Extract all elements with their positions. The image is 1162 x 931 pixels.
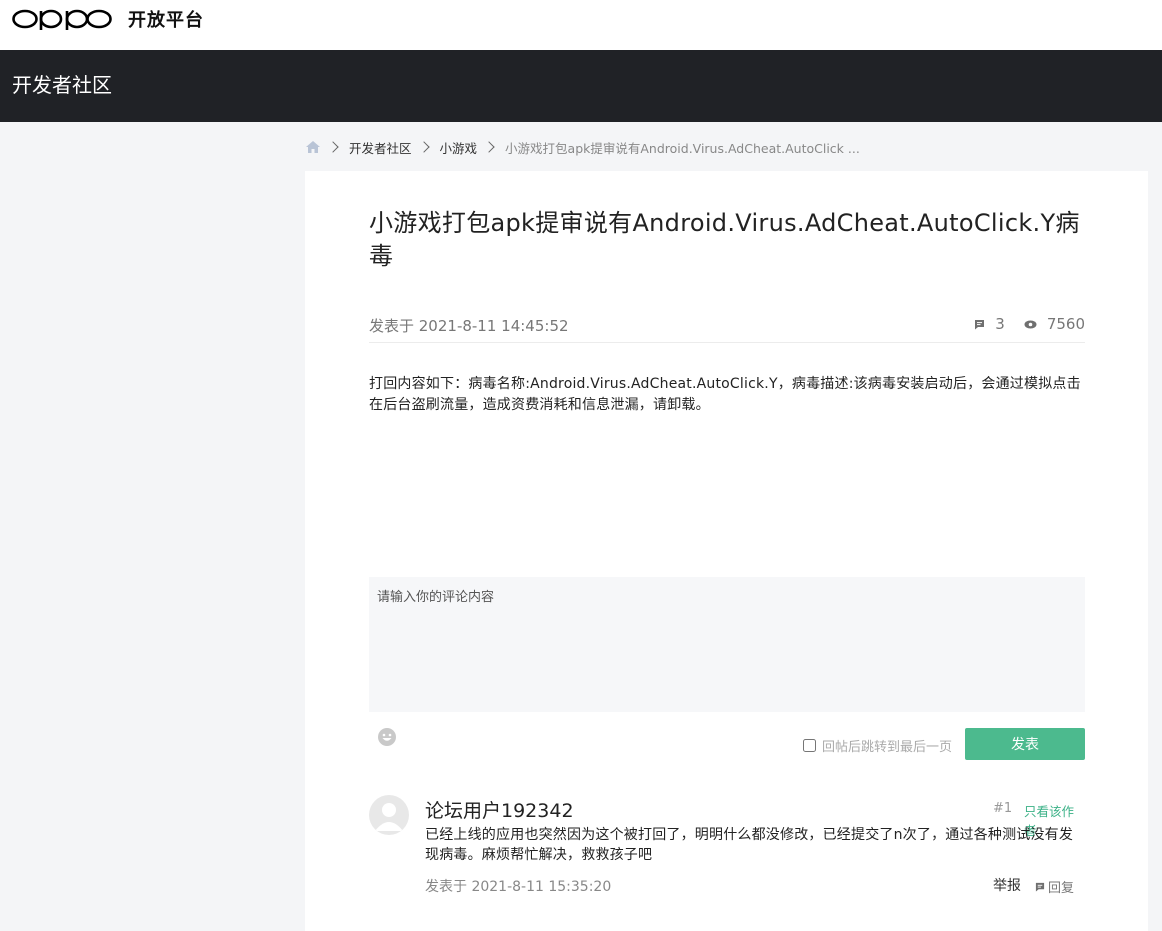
reply-icon xyxy=(1035,882,1045,892)
emoji-icon[interactable] xyxy=(377,727,397,747)
breadcrumb-item-community[interactable]: 开发者社区 xyxy=(349,138,412,157)
user-avatar-icon xyxy=(375,803,403,831)
post-body: 打回内容如下：病毒名称:Android.Virus.AdCheat.AutoCl… xyxy=(369,376,1081,413)
post-time: 发表于 2021-8-11 14:45:52 xyxy=(369,317,569,335)
jump-to-last-page-label: 回帖后跳转到最后一页 xyxy=(822,740,953,755)
divider xyxy=(369,342,1085,343)
community-title[interactable]: 开发者社区 xyxy=(12,69,112,98)
comment-input[interactable] xyxy=(369,577,1085,712)
breadcrumb-separator xyxy=(417,141,430,153)
jump-to-last-page-option[interactable]: 回帖后跳转到最后一页 xyxy=(803,736,952,755)
breadcrumb-separator xyxy=(327,141,339,153)
view-count: 7560 xyxy=(1046,315,1085,333)
community-bar: 开发者社区 xyxy=(0,50,1162,122)
brand-name[interactable]: 开放平台 xyxy=(128,6,204,32)
reply-button-label: 回复 xyxy=(1048,881,1075,896)
reply-body: 已经上线的应用也突然因为这个被打回了，明明什么都没修改，已经提交了n次了，通过各… xyxy=(425,827,1074,863)
reply-item: 论坛用户192342 #1 只看该作者 已经上线的应用也突然因为这个被打回了，明… xyxy=(369,793,1085,896)
view-count-stat: 7560 xyxy=(1024,315,1085,333)
comment-count: 3 xyxy=(995,315,1005,333)
breadcrumb-item-minigame[interactable]: 小游戏 xyxy=(440,138,478,157)
reply-username[interactable]: 论坛用户192342 xyxy=(425,796,574,823)
breadcrumb: 开发者社区 小游戏 小游戏打包apk提审说有Android.Virus.AdCh… xyxy=(305,138,860,156)
post-card: 小游戏打包apk提审说有Android.Virus.AdCheat.AutoCl… xyxy=(305,171,1148,931)
breadcrumb-separator xyxy=(483,141,495,153)
home-icon[interactable] xyxy=(305,139,321,155)
breadcrumb-current: 小游戏打包apk提审说有Android.Virus.AdCheat.AutoCl… xyxy=(505,140,860,156)
avatar[interactable] xyxy=(369,795,409,835)
report-button[interactable]: 举报 xyxy=(993,875,1021,895)
submit-button[interactable]: 发表 xyxy=(965,728,1085,760)
post-stats: 3 7560 xyxy=(974,315,1085,333)
reply-floor: #1 xyxy=(993,801,1013,816)
oppo-logo[interactable] xyxy=(12,6,112,30)
post-title: 小游戏打包apk提审说有Android.Virus.AdCheat.AutoCl… xyxy=(369,209,1080,270)
eye-icon xyxy=(1024,320,1037,328)
comment-icon xyxy=(975,319,985,329)
jump-to-last-page-checkbox[interactable] xyxy=(803,739,816,752)
comment-count-stat: 3 xyxy=(974,315,1005,333)
top-header: 开放平台 xyxy=(0,0,1162,50)
reply-time: 发表于 2021-8-11 15:35:20 xyxy=(425,879,612,895)
reply-button[interactable]: 回复 xyxy=(1035,877,1074,896)
